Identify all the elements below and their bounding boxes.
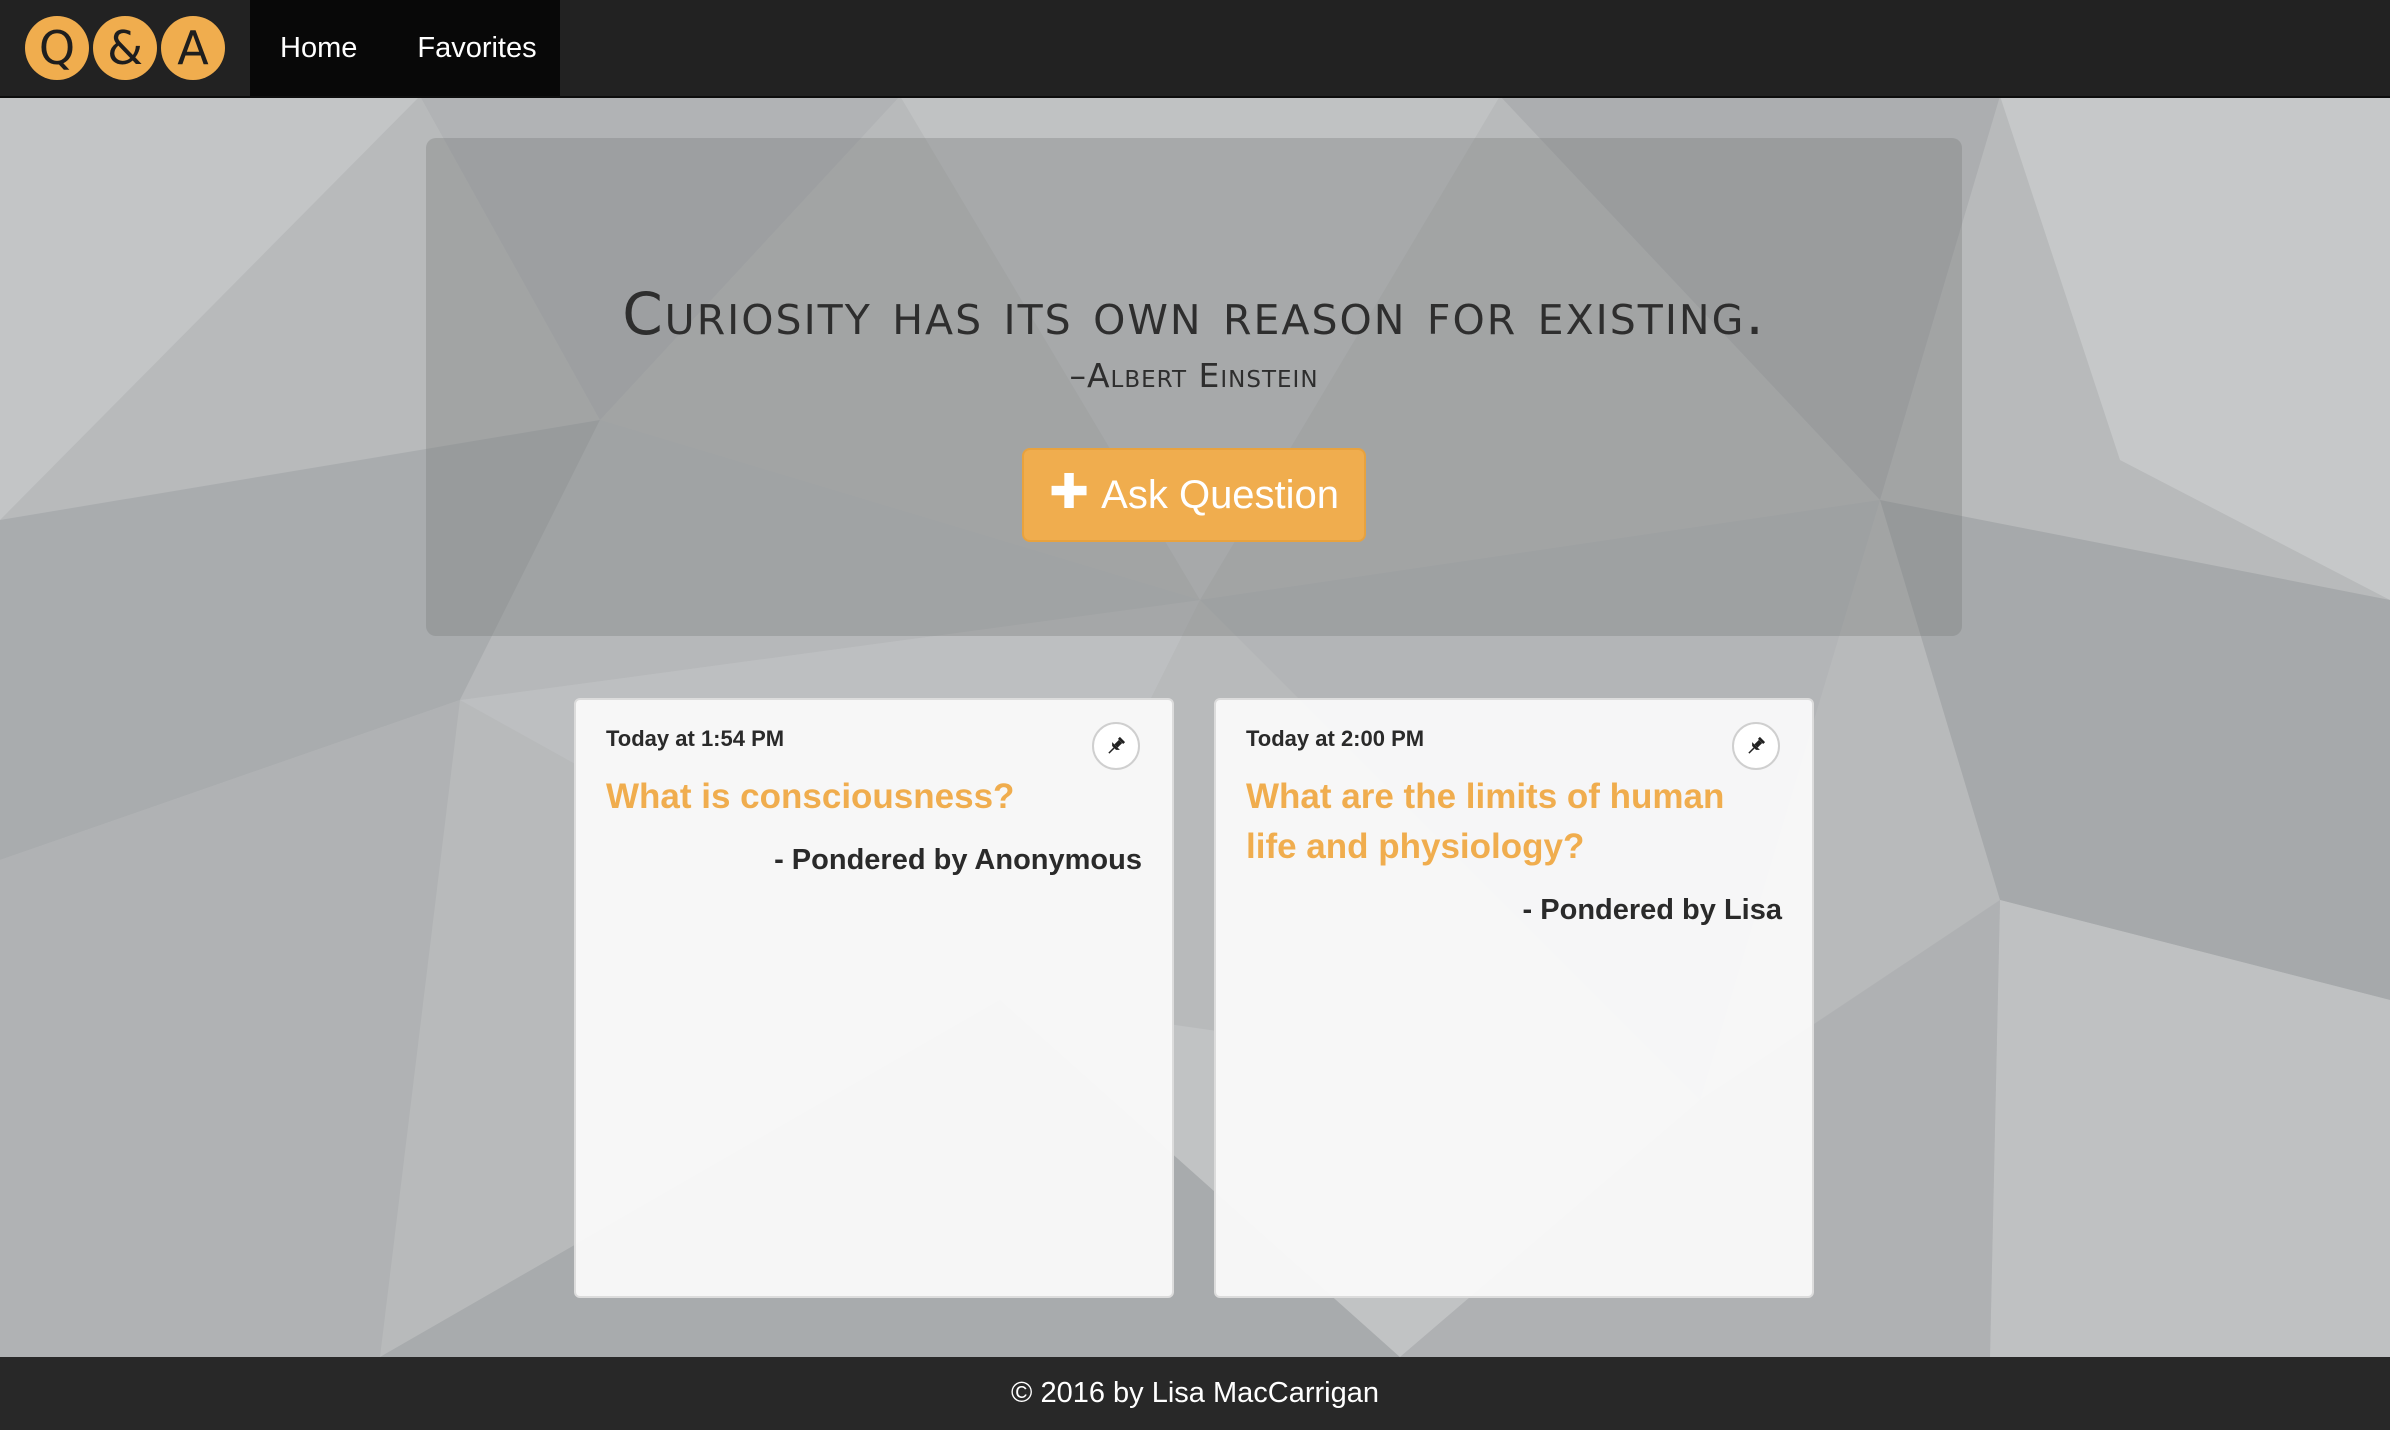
question-timestamp: Today at 2:00 PM bbox=[1246, 726, 1425, 751]
question-title[interactable]: What are the limits of human life and ph… bbox=[1246, 772, 1766, 872]
brand-letter-a: A bbox=[161, 16, 225, 80]
top-navbar: Q & A Home Favorites bbox=[0, 0, 2390, 98]
question-card: Today at 1:54 PM What is consciousness? … bbox=[574, 698, 1174, 1298]
brand-letter-q: Q bbox=[25, 16, 89, 80]
brand-letter-ampersand: & bbox=[93, 16, 157, 80]
page-footer: © 2016 by Lisa MacCarrigan bbox=[0, 1357, 2390, 1430]
question-card: Today at 2:00 PM What are the limits of … bbox=[1214, 698, 1814, 1298]
question-timestamp: Today at 1:54 PM bbox=[606, 726, 785, 751]
ask-question-label: Ask Question bbox=[1101, 472, 1340, 517]
ask-question-button[interactable]: ✚ Ask Question bbox=[1022, 448, 1366, 542]
nav-favorites-link[interactable]: Favorites bbox=[387, 32, 566, 65]
nav-home-link[interactable]: Home bbox=[250, 32, 387, 65]
pushpin-icon bbox=[1748, 736, 1766, 754]
question-author: - Pondered by Lisa bbox=[1522, 894, 1782, 926]
hero-panel: Curiosity has its own reason for existin… bbox=[426, 138, 1962, 636]
pushpin-icon bbox=[1108, 736, 1126, 754]
pin-button[interactable] bbox=[1092, 722, 1140, 770]
plus-icon: ✚ bbox=[1048, 466, 1090, 519]
pin-button[interactable] bbox=[1732, 722, 1780, 770]
hero-quote-author: –Albert Einstein bbox=[1069, 356, 1319, 395]
question-author: - Pondered by Anonymous bbox=[774, 844, 1142, 876]
brand-logo[interactable]: Q & A bbox=[0, 0, 250, 96]
question-title[interactable]: What is consciousness? bbox=[606, 772, 1126, 822]
footer-copyright: © 2016 by Lisa MacCarrigan bbox=[1011, 1377, 1379, 1409]
nav-links: Home Favorites bbox=[250, 0, 560, 96]
hero-quote: Curiosity has its own reason for existin… bbox=[622, 280, 1766, 348]
